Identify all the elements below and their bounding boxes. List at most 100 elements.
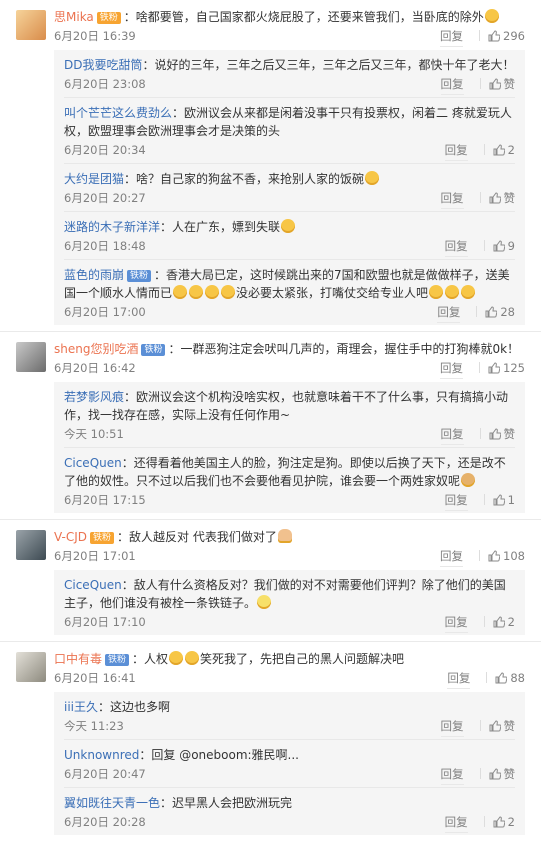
comment-time: 6月20日 16:41 xyxy=(54,671,136,685)
thumbs-up-icon xyxy=(493,616,505,628)
emoji-icon xyxy=(281,219,296,233)
reply-username[interactable]: Unknownred xyxy=(64,748,139,762)
reply-button[interactable]: 回复 xyxy=(447,665,471,689)
reply-text: ：迟早黑人会把欧洲玩完 xyxy=(160,796,293,810)
reply-text: ：回复 @oneboom:雅民啊... xyxy=(139,748,299,762)
reply-username[interactable]: 翼如既往天青一色 xyxy=(64,796,160,810)
reply-button[interactable]: 回复 xyxy=(440,185,464,209)
laugh-emoji-icon xyxy=(169,651,184,665)
like-count: 9 xyxy=(507,239,515,253)
reply-button[interactable]: 回复 xyxy=(444,809,468,833)
like-button[interactable]: 赞 xyxy=(489,767,516,781)
avatar[interactable] xyxy=(16,652,46,682)
comment-item: V-CJD 铁粉 ：敌人越反对 代表我们做对了 6月20日 17:01 回复 108 … xyxy=(0,519,541,641)
avatar[interactable] xyxy=(16,342,46,372)
reply-time: 6月20日 17:15 xyxy=(64,493,146,507)
comment-text-tail: 笑死我了，先把自己的黑人问题解决吧 xyxy=(200,652,405,666)
like-button[interactable]: 赞 xyxy=(489,719,516,733)
emoji-icon xyxy=(257,595,272,609)
avatar[interactable] xyxy=(16,530,46,560)
divider xyxy=(483,494,485,505)
like-count: 125 xyxy=(503,361,525,375)
divider xyxy=(479,30,481,41)
comment-username[interactable]: 思Mika xyxy=(54,10,94,24)
reply-text-tail: 没必要太紧张，打嘴仗交给专业人吧 xyxy=(236,286,429,300)
avatar[interactable] xyxy=(16,10,46,40)
reply-item: 若梦影风痕：欧洲议会这个机构没啥实权，也就意味着干不了什么事，只有搞搞小动作，找… xyxy=(64,382,515,448)
reply-button[interactable]: 回复 xyxy=(444,487,468,511)
thumbs-up-icon xyxy=(489,192,501,204)
reply-list: iii王久：这边也多啊 今天 11:23 回复赞 Unknownred：回复 @… xyxy=(54,692,525,835)
reply-username[interactable]: 大约是团猫 xyxy=(64,172,124,186)
reply-username[interactable]: 蓝色的雨崩 xyxy=(64,268,124,282)
like-button[interactable]: 296 xyxy=(488,29,525,43)
like-count: 赞 xyxy=(503,767,516,781)
comment-text: ：人权 xyxy=(132,652,169,666)
like-button[interactable]: 赞 xyxy=(489,191,515,205)
like-button[interactable]: 1 xyxy=(493,493,515,507)
reply-username[interactable]: CiceQuen xyxy=(64,456,122,470)
like-button[interactable]: 2 xyxy=(493,815,515,829)
reply-text: ：人在广东，嫖到失联 xyxy=(160,220,281,234)
thumbs-up-icon xyxy=(489,428,501,440)
reply-username[interactable]: 若梦影风痕 xyxy=(64,390,124,404)
reply-username[interactable]: CiceQuen xyxy=(64,578,122,592)
reply-button[interactable]: 回复 xyxy=(440,421,464,445)
emoji-icon xyxy=(484,9,499,23)
like-button[interactable]: 28 xyxy=(485,305,515,319)
reply-button[interactable]: 回复 xyxy=(440,23,464,47)
like-button[interactable]: 108 xyxy=(488,549,525,563)
reply-button[interactable]: 回复 xyxy=(440,71,464,95)
reply-button[interactable]: 回复 xyxy=(444,609,468,633)
reply-item: DD我要吃甜筒：说好的三年，三年之后又三年，三年之后又三年，都快十年了老大！ 6… xyxy=(64,50,515,98)
reply-text: ：啥？自己家的狗盆不香，来抢别人家的饭碗 xyxy=(124,172,365,186)
reply-button[interactable]: 回复 xyxy=(444,137,468,161)
like-button[interactable]: 125 xyxy=(488,361,525,375)
like-count: 赞 xyxy=(503,719,516,733)
fan-badge: 铁粉 xyxy=(96,12,121,24)
divider xyxy=(479,428,481,439)
reply-username[interactable]: iii王久 xyxy=(64,700,98,714)
thumbs-up-icon xyxy=(488,30,501,42)
reply-item: CiceQuen：还得看着他美国主人的脸，狗注定是狗。即使以后换了天下，还是改不… xyxy=(64,448,515,513)
reply-username[interactable]: DD我要吃甜筒 xyxy=(64,58,142,72)
fan-badge: 铁粉 xyxy=(127,270,152,282)
like-button[interactable]: 赞 xyxy=(489,77,516,91)
fan-badge: 铁粉 xyxy=(105,654,130,666)
thumbs-up-icon xyxy=(493,816,505,828)
like-count: 2 xyxy=(507,143,515,157)
comment-text: ：一群恶狗注定会吠叫几声的，甭理会，握住手中的打狗棒就0k！ xyxy=(168,342,520,356)
emoji-icon xyxy=(189,285,204,299)
reply-time: 6月20日 20:27 xyxy=(64,191,146,205)
reply-time: 6月20日 20:28 xyxy=(64,815,146,829)
divider xyxy=(479,720,481,731)
emoji-icon xyxy=(429,285,444,299)
like-button[interactable]: 2 xyxy=(493,615,515,629)
reply-item: 翼如既往天青一色：迟早黑人会把欧洲玩完 6月20日 20:28 回复 2 xyxy=(64,788,515,835)
reply-username[interactable]: 迷路的木子新洋洋 xyxy=(64,220,160,234)
reply-button[interactable]: 回复 xyxy=(437,299,461,323)
like-count: 108 xyxy=(503,549,525,563)
emoji-icon xyxy=(221,285,236,299)
comment-username[interactable]: 口中有毒 xyxy=(54,652,102,666)
like-count: 赞 xyxy=(503,77,516,91)
reply-time: 今天 11:23 xyxy=(64,719,124,733)
comment-item: 口中有毒 铁粉 ：人权 笑死我了，先把自己的黑人问题解决吧 6月20日 16:41 回… xyxy=(0,641,541,841)
reply-button[interactable]: 回复 xyxy=(440,543,464,567)
comment-username[interactable]: sheng您别吃酒 xyxy=(54,342,138,356)
like-count: 296 xyxy=(503,29,525,43)
reply-button[interactable]: 回复 xyxy=(444,233,468,257)
like-button[interactable]: 赞 xyxy=(489,427,515,441)
like-button[interactable]: 88 xyxy=(495,671,525,685)
reply-username[interactable]: 叫个芒芒这么费劲么 xyxy=(64,106,172,120)
comment-item: sheng您别吃酒 铁粉 ：一群恶狗注定会吠叫几声的，甭理会，握住手中的打狗棒就0k… xyxy=(0,331,541,519)
like-button[interactable]: 2 xyxy=(493,143,515,157)
reply-button[interactable]: 回复 xyxy=(440,355,464,379)
reply-button[interactable]: 回复 xyxy=(440,761,464,785)
thumbs-up-icon xyxy=(489,768,501,780)
comment-meta: 6月20日 16:41 回复 88 xyxy=(54,665,525,689)
reply-button[interactable]: 回复 xyxy=(440,713,464,737)
comment-username[interactable]: V-CJD xyxy=(54,530,87,544)
thumbs-up-icon xyxy=(485,306,498,318)
like-button[interactable]: 9 xyxy=(493,239,515,253)
